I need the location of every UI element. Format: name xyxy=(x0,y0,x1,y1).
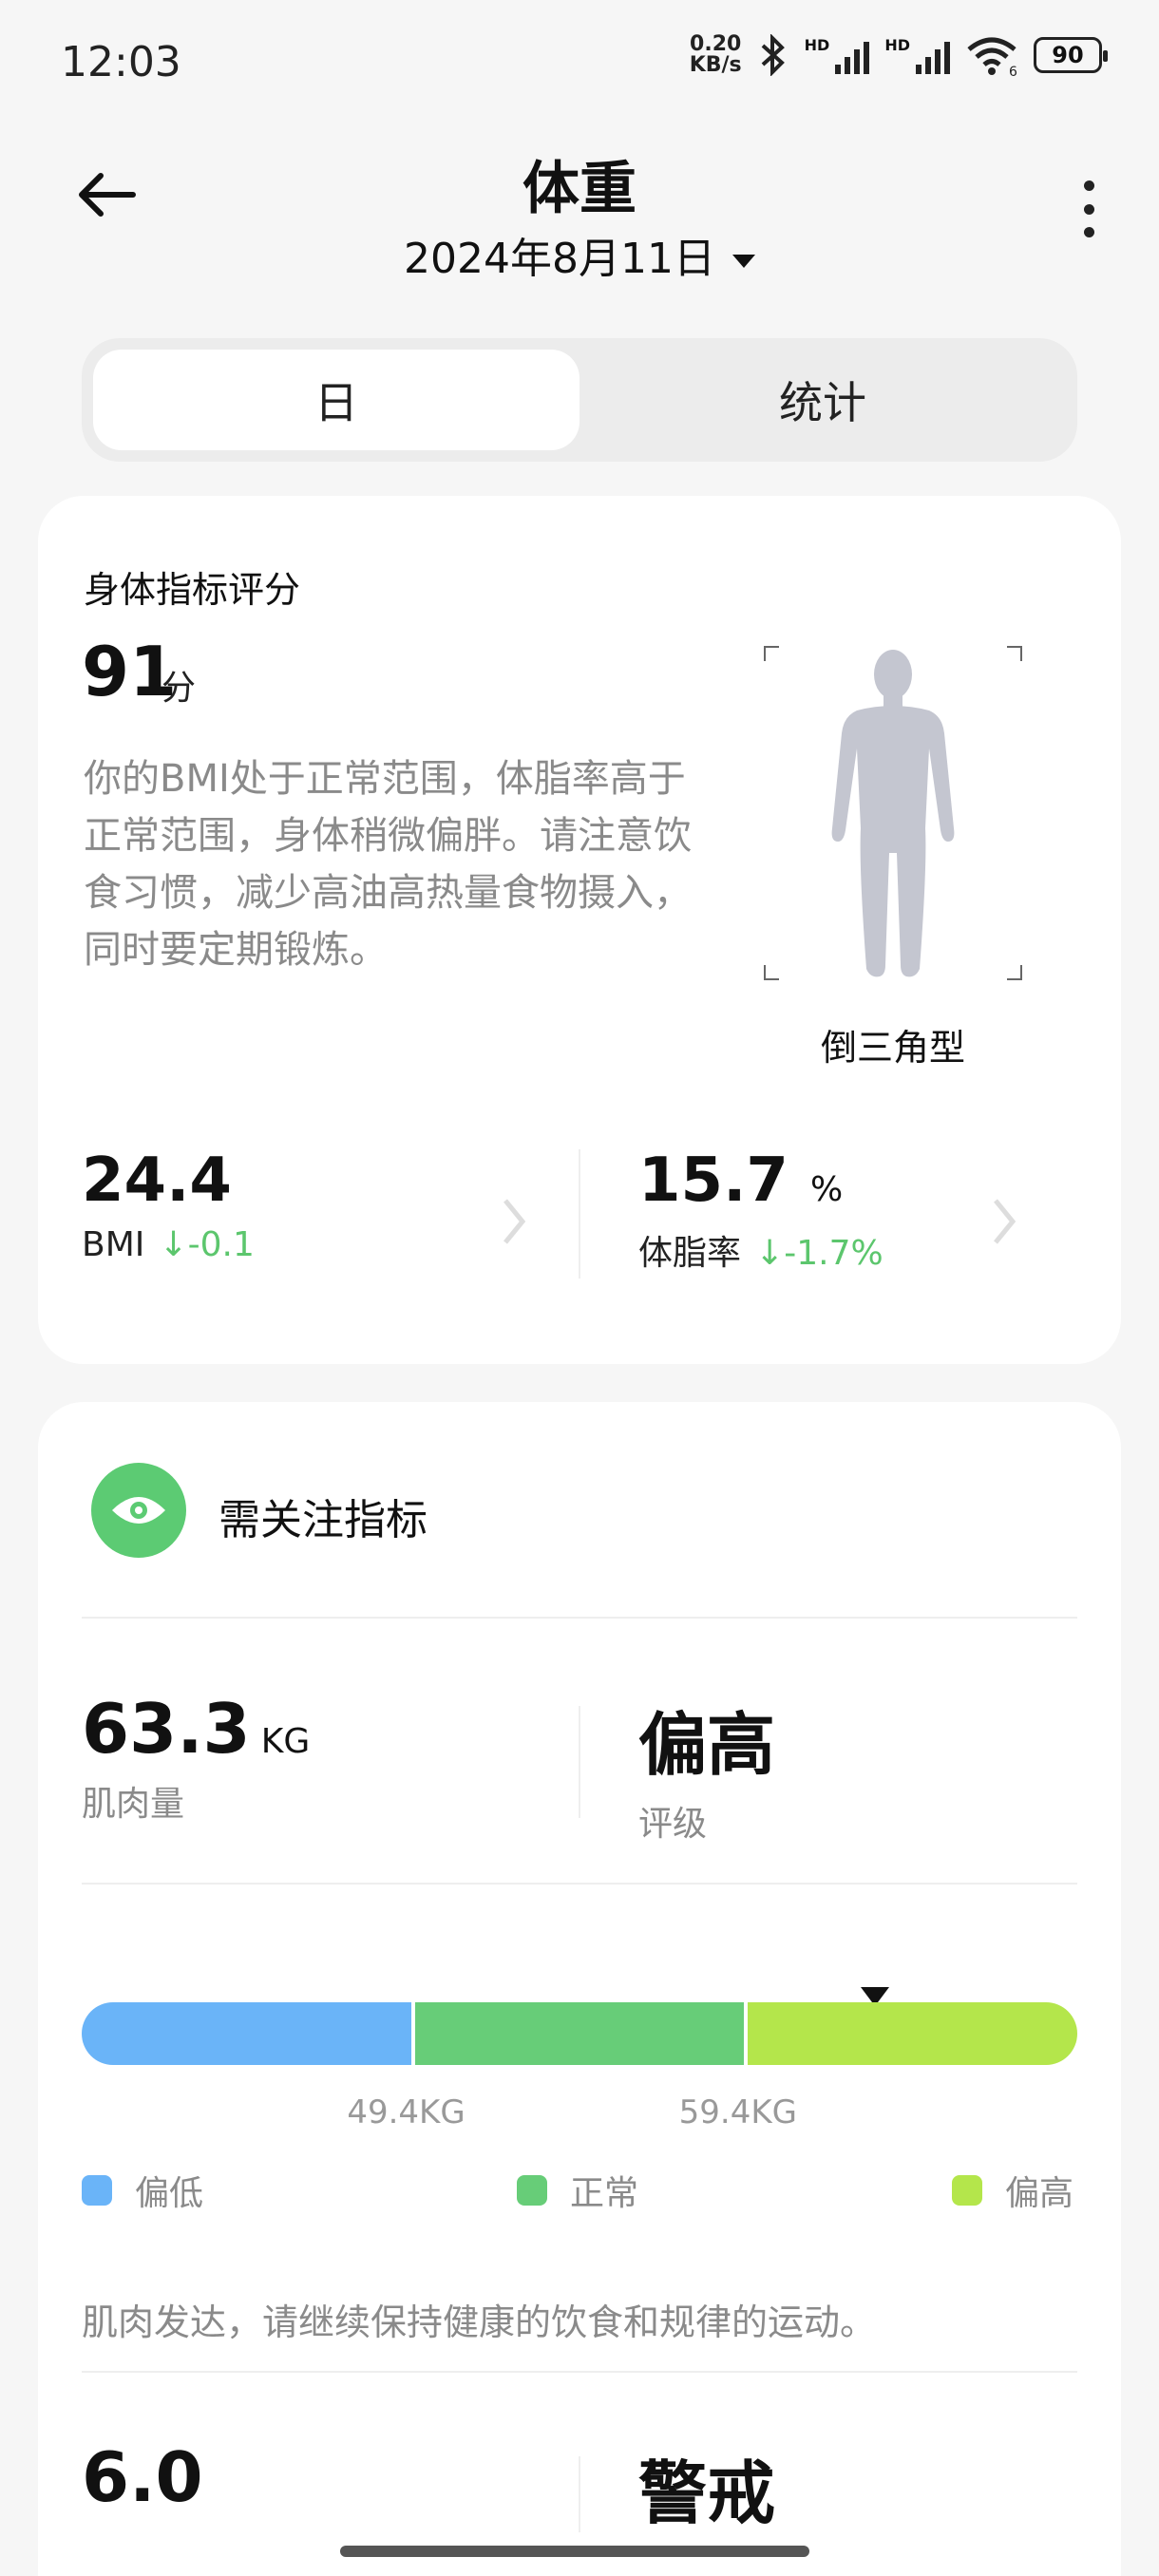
status-time: 12:03 xyxy=(61,38,181,86)
body-fat-label: 体脂率 xyxy=(638,1234,742,1273)
muscle-unit: KG xyxy=(260,1722,311,1761)
muscle-value: 63.3 xyxy=(82,1689,251,1769)
score-unit: 分 xyxy=(162,669,197,708)
bmi-delta: ↓-0.1 xyxy=(159,1225,255,1264)
range-segment xyxy=(748,2002,1077,2065)
metric-divider xyxy=(579,1149,580,1279)
legend-high: 偏高 xyxy=(952,2166,1074,2215)
muscle-label: 肌肉量 xyxy=(82,1785,185,1824)
divider xyxy=(82,2371,1077,2373)
bmi-metric[interactable]: 24.4 BMI ↓-0.1 xyxy=(82,1146,528,1288)
tab-statistics[interactable]: 统计 xyxy=(580,350,1066,450)
more-menu-icon[interactable] xyxy=(1079,180,1098,237)
human-silhouette-icon xyxy=(831,650,955,977)
body-fat-unit: % xyxy=(810,1170,844,1209)
signal-1-icon: HD xyxy=(805,36,870,74)
legend-low: 偏低 xyxy=(82,2166,203,2215)
date-label: 2024年8月11日 xyxy=(404,235,715,283)
view-tabs: 日 统计 xyxy=(82,338,1077,462)
muscle-note: 肌肉发达，请继续保持健康的饮食和规律的运动。 xyxy=(82,2301,877,2343)
chevron-right-icon xyxy=(504,1199,526,1244)
chevron-right-icon xyxy=(994,1199,1016,1244)
divider xyxy=(82,1883,1077,1885)
body-figure xyxy=(760,642,1026,984)
wifi-icon: 6 xyxy=(967,37,1017,76)
attention-title: 需关注指标 xyxy=(218,1496,428,1544)
body-fat-metric[interactable]: 15.7 % 体脂率 ↓-1.7% xyxy=(638,1146,1018,1288)
tab-day[interactable]: 日 xyxy=(93,350,580,450)
range-segment xyxy=(414,2002,749,2065)
bluetooth-icon xyxy=(761,34,785,76)
home-indicator[interactable] xyxy=(340,2546,809,2557)
date-selector[interactable]: 2024年8月11日 xyxy=(0,224,1159,285)
range-segment xyxy=(82,2002,415,2065)
muscle-mass-metric: 63.3 KG 肌肉量 xyxy=(82,1689,310,1826)
rating-value: 偏高 xyxy=(638,1705,776,1785)
eye-icon xyxy=(91,1463,186,1558)
muscle-rating: 偏高 评级 xyxy=(638,1689,775,1846)
body-fat-delta: ↓-1.7% xyxy=(755,1234,884,1273)
body-fat-value: 15.7 xyxy=(638,1146,788,1216)
bmi-label: BMI xyxy=(82,1225,145,1264)
page-title: 体重 xyxy=(522,156,636,222)
threshold-label-low: 49.4KG xyxy=(347,2093,466,2131)
battery-icon: 90 xyxy=(1034,37,1108,73)
net-speed: 0.20 KB/s xyxy=(689,32,742,77)
attention-card xyxy=(38,1402,1121,2576)
svg-text:6: 6 xyxy=(1009,65,1017,76)
bmi-value: 24.4 xyxy=(82,1146,232,1216)
status-icons: 0.20 KB/s HD HD 6 90 xyxy=(689,32,1108,77)
score-description: 你的BMI处于正常范围，体脂率高于正常范围，身体稍微偏胖。请注意饮食习惯，减少高… xyxy=(84,757,692,972)
score-card-title: 身体指标评分 xyxy=(84,569,301,611)
next-metric-rating: 警戒 xyxy=(638,2453,776,2533)
legend-normal: 正常 xyxy=(517,2166,638,2215)
body-type-label: 倒三角型 xyxy=(820,1027,965,1069)
threshold-label-high: 59.4KG xyxy=(678,2093,798,2131)
rating-label: 评级 xyxy=(638,1805,708,1844)
muscle-range-bar xyxy=(82,2002,1077,2065)
signal-2-icon: HD xyxy=(884,36,950,74)
caret-down-icon xyxy=(732,255,755,268)
divider xyxy=(82,1617,1077,1619)
metric-divider xyxy=(579,2456,580,2532)
next-metric-value: 6.0 xyxy=(82,2437,203,2517)
metric-divider xyxy=(579,1706,580,1818)
